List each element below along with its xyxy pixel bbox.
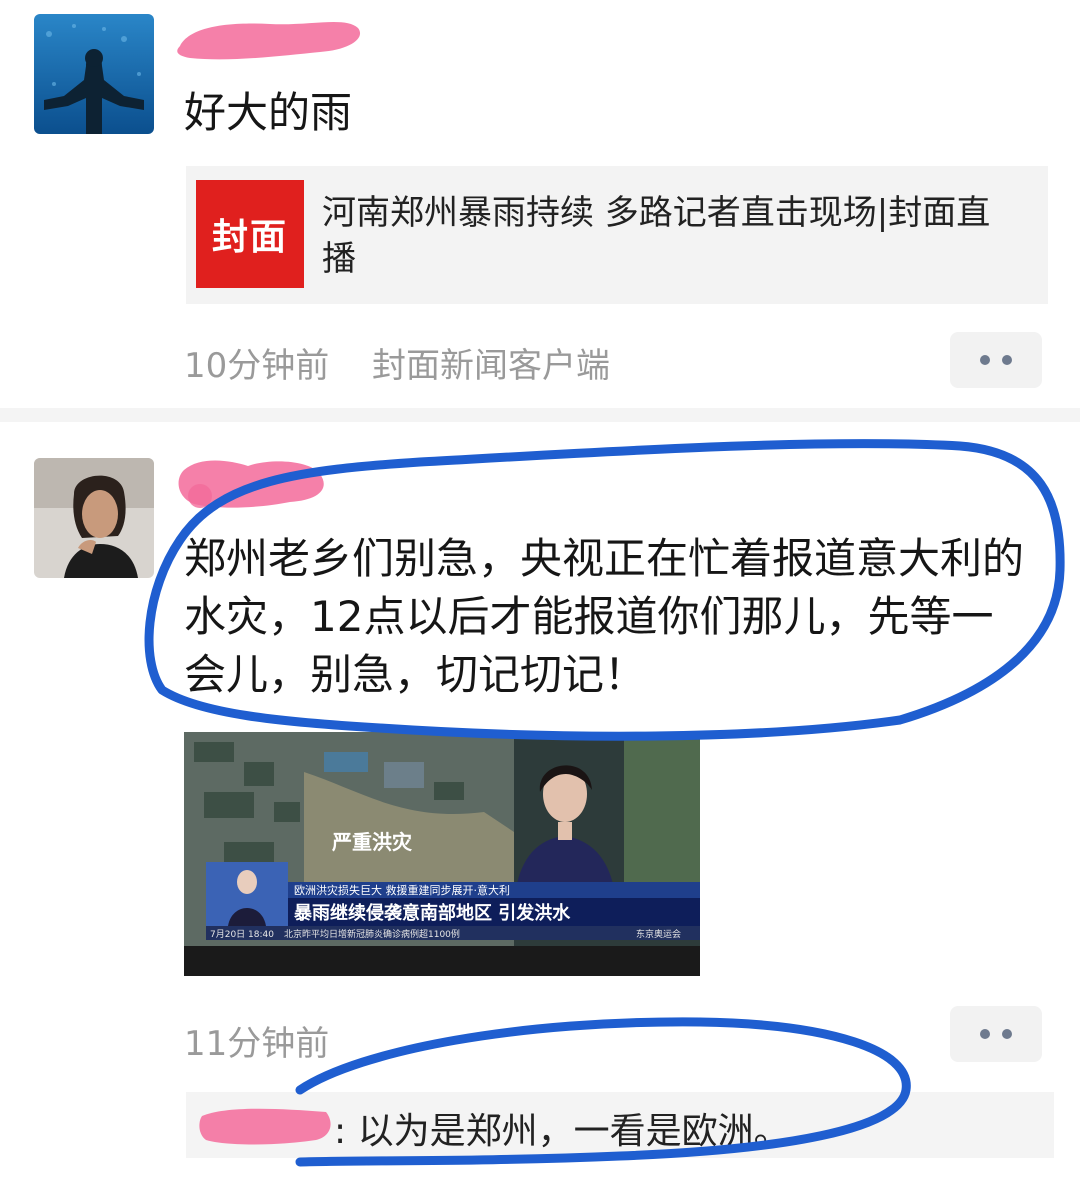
- dot-icon: [980, 1029, 990, 1039]
- dot-icon: [1002, 355, 1012, 365]
- news-screenshot-image[interactable]: 严重洪灾 欧洲洪灾损失巨大 救援重建同步展开·意大利 暴雨继续侵袭意南部地区 引…: [184, 732, 700, 976]
- news-ticker-main: 暴雨继续侵袭意南部地区 引发洪水: [294, 902, 571, 924]
- username-redacted[interactable]: [170, 6, 370, 66]
- post-time: 11分钟前: [184, 1024, 330, 1064]
- more-options-button[interactable]: [950, 332, 1042, 388]
- news-channel: 东京奥运会: [636, 928, 681, 940]
- post-source[interactable]: 封面新闻客户端: [372, 338, 610, 387]
- dot-icon: [980, 355, 990, 365]
- username-redacted[interactable]: [170, 450, 350, 520]
- moment-post-1: 好大的雨 封面 河南郑州暴雨持续 多路记者直击现场|封面直播 10分钟前 封面新…: [0, 0, 1080, 410]
- fengmian-logo: 封面: [196, 180, 304, 288]
- comment-text: : 以为是郑州，一看是欧洲。: [334, 1111, 790, 1152]
- moment-post-2: 郑州老乡们别急，央视正在忙着报道意大利的水灾，12点以后才能报道你们那儿，先等一…: [0, 422, 1080, 1180]
- news-ticker-top: 欧洲洪灾损失巨大 救援重建同步展开·意大利: [294, 883, 510, 897]
- more-options-button[interactable]: [950, 1006, 1042, 1062]
- news-caption: 严重洪灾: [331, 830, 412, 854]
- comment-box: : 以为是郑州，一看是欧洲。: [186, 1092, 1054, 1158]
- avatar[interactable]: [34, 14, 154, 134]
- link-title: 河南郑州暴雨持续 多路记者直击现场|封面直播: [322, 193, 991, 279]
- post-text: 郑州老乡们别急，央视正在忙着报道意大利的水灾，12点以后才能报道你们那儿，先等一…: [184, 534, 1025, 699]
- shared-link-card[interactable]: 封面 河南郑州暴雨持续 多路记者直击现场|封面直播: [186, 166, 1048, 304]
- avatar[interactable]: [34, 458, 154, 578]
- news-datetime: 7月20日 18:40: [210, 929, 274, 940]
- post-divider: [0, 408, 1080, 422]
- news-crawl: 北京昨平均日增新冠肺炎确诊病例超1100例: [284, 928, 460, 940]
- dot-icon: [1002, 1029, 1012, 1039]
- commenter-name-redacted[interactable]: [196, 1102, 336, 1148]
- post-text: 好大的雨: [184, 88, 353, 137]
- post-time: 10分钟前: [184, 346, 330, 386]
